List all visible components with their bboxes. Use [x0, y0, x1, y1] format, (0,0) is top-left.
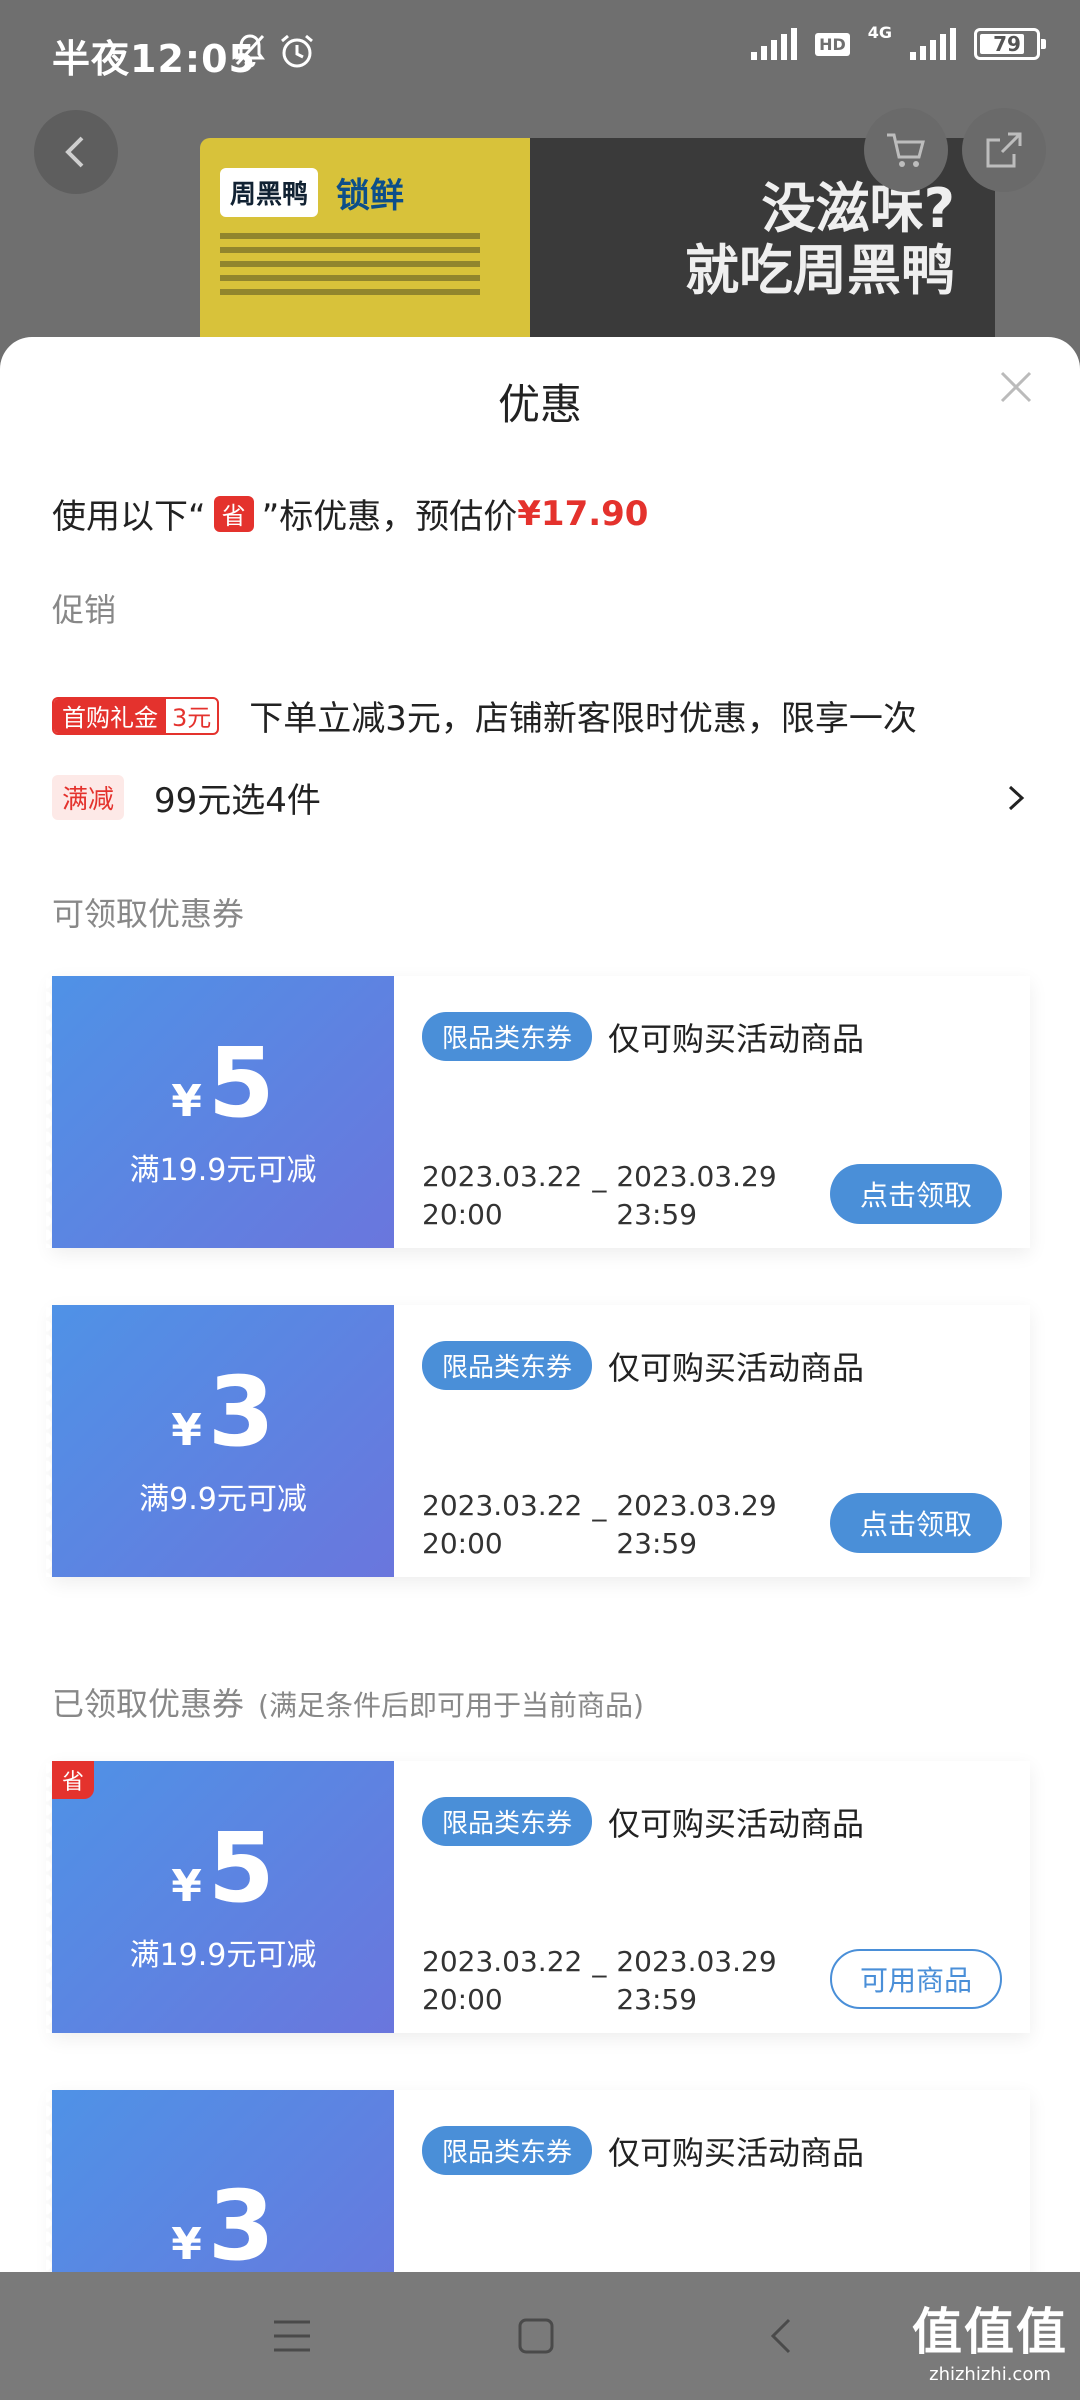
system-nav-bar: 值值值 zhizhizhi.com	[0, 2272, 1080, 2400]
end-time: 23:59	[616, 1198, 698, 1231]
coupon-desc: 仅可购买活动商品	[608, 1019, 865, 1058]
watermark-main: 值值值	[912, 2303, 1068, 2361]
coupon-amount: 5	[207, 1027, 275, 1139]
first-gift-amount: 3元	[172, 704, 212, 732]
chevron-right-icon	[1008, 785, 1025, 810]
coupon-amount: 3	[207, 1356, 275, 1468]
full-reduce-text: 99元选4件	[154, 781, 321, 821]
start-time: 20:00	[422, 1527, 503, 1560]
brand-sub-logo: 锁鲜	[336, 176, 405, 216]
slogan-line-2: 就吃周黑鸭	[685, 239, 955, 302]
coupon-category-badge: 限品类东券	[422, 1797, 593, 1846]
start-time: 20:00	[422, 1198, 503, 1231]
watermark-sub: zhizhizhi.com	[929, 2364, 1051, 2385]
end-time: 23:59	[616, 1983, 698, 2016]
full-reduce-tag: 满减	[52, 775, 125, 820]
back-button[interactable]	[34, 110, 118, 194]
cart-button[interactable]	[864, 108, 948, 192]
chevron-left-icon	[65, 136, 84, 168]
start-date: 2023.03.22	[422, 1489, 583, 1522]
wifi-signal-icon	[751, 28, 798, 60]
coupon-validity: 2023.03.22 20:00 _ 2023.03.29 23:59	[422, 1943, 777, 2019]
estimate-prefix: 使用以下“	[52, 497, 206, 537]
coupon-category-badge: 限品类东券	[422, 1341, 593, 1390]
end-date: 2023.03.29	[616, 1945, 777, 1978]
coupon-desc: 仅可购买活动商品	[608, 1348, 865, 1387]
coupon-currency: ¥	[171, 1076, 202, 1127]
claimable-section-label: 可领取优惠券	[52, 895, 245, 933]
coupon-card: ¥5 满19.9元可减 限品类东券 仅可购买活动商品 2023.03.22 20:…	[46, 976, 1030, 1248]
coupon-currency: ¥	[171, 1861, 202, 1912]
brand-logo: 周黑鸭	[220, 168, 319, 217]
coupon-desc: 仅可购买活动商品	[608, 1804, 865, 1843]
promo-section-label: 促销	[52, 591, 117, 629]
battery-icon: 79	[974, 28, 1046, 60]
cart-icon	[887, 133, 925, 167]
coupon-category-badge: 限品类东券	[422, 1012, 593, 1061]
discount-sheet: 优惠 使用以下“ 省 ”标优惠，预估价 ¥17.90 促销 首购礼金 3元 下单…	[0, 337, 1080, 2272]
alarm-icon	[281, 34, 313, 68]
status-time: 半夜12:05	[52, 37, 256, 81]
estimated-price: ¥17.90	[517, 493, 649, 534]
coupon-card: ¥3 限品类东券 仅可购买活动商品	[46, 2090, 1030, 2272]
usable-products-button[interactable]: 可用商品	[830, 1949, 1002, 2009]
close-icon[interactable]	[996, 367, 1036, 407]
coupon-amount: 5	[207, 1812, 275, 1924]
coupon-validity: 2023.03.22 20:00 _ 2023.03.29 23:59	[422, 1487, 777, 1563]
coupon-validity: 2023.03.22 20:00 _ 2023.03.29 23:59	[422, 1158, 777, 1234]
coupon-amount: 3	[207, 2170, 275, 2272]
claimed-section-title: 已领取优惠券	[52, 1685, 245, 1723]
menu-button[interactable]	[262, 2306, 322, 2366]
share-button[interactable]	[962, 108, 1046, 192]
save-corner-badge: 省	[52, 1761, 94, 1799]
nav-back-button[interactable]	[752, 2306, 812, 2366]
claim-button[interactable]: 点击领取	[830, 1493, 1002, 1553]
full-reduce-row[interactable]: 满减 99元选4件	[52, 773, 1028, 822]
mute-bell-icon	[235, 34, 265, 68]
first-gift-text: 下单立减3元，店铺新客限时优惠，限享一次	[249, 699, 917, 739]
claimed-section-label: 已领取优惠券 (满足条件后即可用于当前商品)	[52, 1679, 644, 1725]
claimed-section-note: (满足条件后即可用于当前商品)	[258, 1689, 644, 1722]
end-time: 23:59	[616, 1527, 698, 1560]
back-arrow-icon	[770, 2318, 791, 2354]
cell-signal-icon	[910, 28, 956, 60]
first-gift-label: 首购礼金	[54, 698, 166, 733]
coupon-currency: ¥	[171, 2219, 202, 2270]
coupon-condition: 满19.9元可减	[129, 1938, 317, 1973]
first-gift-tag: 首购礼金 3元	[52, 696, 220, 735]
coupon-currency: ¥	[171, 1405, 202, 1456]
claim-button[interactable]: 点击领取	[830, 1164, 1002, 1224]
watermark: 值值值 zhizhizhi.com	[912, 2292, 1068, 2385]
start-time: 20:00	[422, 1983, 503, 2016]
coupon-desc: 仅可购买活动商品	[608, 2133, 865, 2172]
coupon-condition: 满19.9元可减	[129, 1153, 317, 1188]
first-gift-row: 首购礼金 3元 下单立减3元，店铺新客限时优惠，限享一次	[52, 691, 1028, 740]
network-type: 4G	[867, 22, 892, 42]
end-date: 2023.03.29	[616, 1160, 777, 1193]
status-bar: 半夜12:05 HD 4G 79	[0, 0, 1080, 104]
end-date: 2023.03.29	[616, 1489, 777, 1522]
start-date: 2023.03.22	[422, 1945, 583, 1978]
coupon-card: ¥3 满9.9元可减 限品类东券 仅可购买活动商品 2023.03.22 20:0…	[46, 1305, 1030, 1577]
hd-badge: HD	[815, 32, 850, 56]
estimate-price-line: 使用以下“ 省 ”标优惠，预估价 ¥17.90	[52, 489, 648, 538]
sheet-title: 优惠	[497, 380, 582, 429]
save-badge: 省	[213, 495, 254, 532]
estimate-middle: ”标优惠，预估价	[261, 497, 518, 537]
coupon-card: 省 ¥5 满19.9元可减 限品类东券 仅可购买活动商品 2023.03.22 2…	[46, 1761, 1030, 2033]
coupon-condition: 满9.9元可减	[139, 1482, 307, 1517]
home-square-icon	[518, 2318, 554, 2354]
start-date: 2023.03.22	[422, 1160, 583, 1193]
menu-icon	[274, 2320, 310, 2352]
share-icon	[986, 132, 1022, 168]
home-button[interactable]	[506, 2306, 566, 2366]
coupon-category-badge: 限品类东券	[422, 2126, 593, 2175]
